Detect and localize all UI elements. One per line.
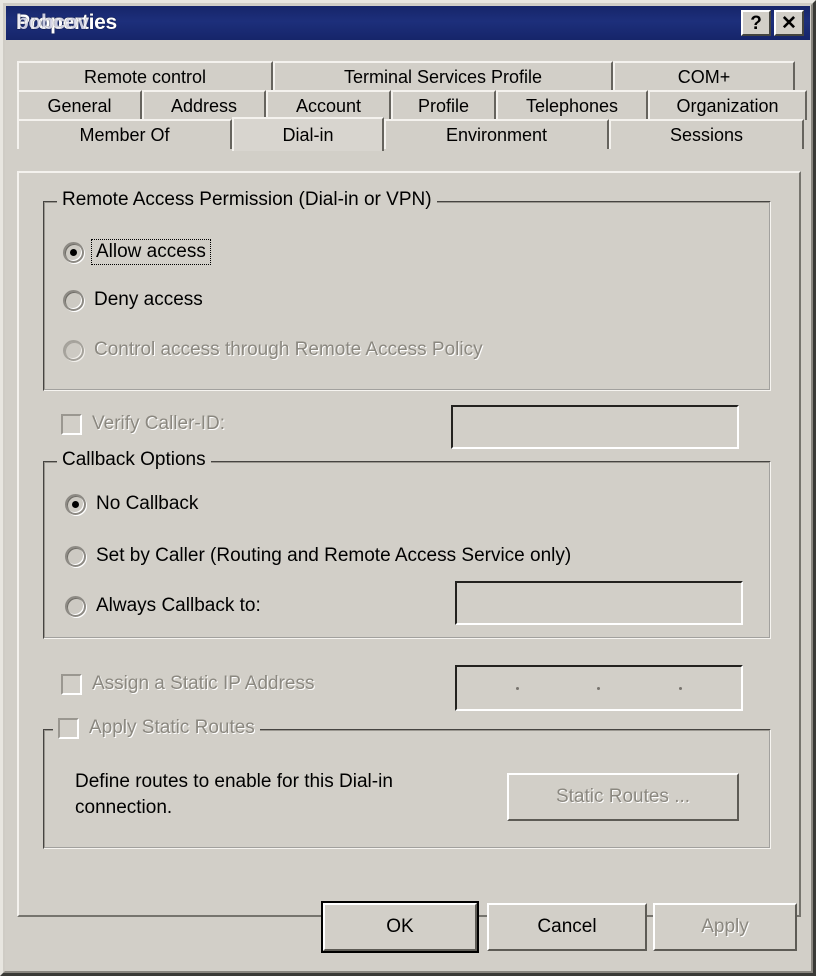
help-icon[interactable]: ? — [741, 10, 771, 36]
tab-label: Environment — [445, 124, 548, 145]
dial-in-tab-panel: Remote Access Permission (Dial-in or VPN… — [17, 171, 801, 917]
tab-label: Member Of — [79, 124, 170, 145]
tab-member-of[interactable]: Member Of — [17, 119, 232, 149]
tab-label: Profile — [417, 95, 470, 116]
tab-label: General — [47, 95, 112, 116]
verify-caller-id-label: Verify Caller-ID: — [92, 413, 226, 434]
tab-general[interactable]: General — [17, 90, 142, 120]
tab-label: Remote control — [83, 66, 207, 87]
title-bar-buttons: ? ✕ — [741, 10, 804, 36]
assign-static-ip-label: Assign a Static IP Address — [92, 673, 315, 694]
radio-allow-access[interactable] — [63, 241, 84, 263]
cancel-button[interactable]: Cancel — [487, 903, 647, 951]
verify-caller-id-input — [451, 405, 739, 449]
tab-telephones[interactable]: Telephones — [496, 90, 648, 120]
static-routes-description-line2: connection. — [75, 796, 173, 818]
window-title: bobcov Properties — [16, 11, 117, 35]
radio-no-callback[interactable] — [65, 493, 86, 515]
tab-label: Address — [170, 95, 238, 116]
radio-control-access-policy-row: Control access through Remote Access Pol… — [63, 339, 483, 361]
tab-row-3: Member Of Dial-in Environment Sessions — [17, 117, 804, 151]
tab-label: Dial-in — [282, 124, 334, 145]
static-routes-button: Static Routes ... — [507, 773, 739, 821]
title-bar[interactable]: bobcov Properties ? ✕ — [6, 6, 810, 40]
callback-options-legend: Callback Options — [57, 449, 211, 471]
tab-label: Terminal Services Profile — [343, 66, 543, 87]
apply-static-routes-checkbox — [58, 717, 79, 739]
remote-access-permission-group: Remote Access Permission (Dial-in or VPN… — [43, 189, 771, 391]
window-title-overlay-text: bobcov — [16, 11, 89, 34]
ip-separator-dot — [678, 686, 682, 690]
radio-no-callback-label: No Callback — [96, 493, 199, 514]
radio-always-callback-row[interactable]: Always Callback to: — [65, 595, 261, 617]
radio-deny-access[interactable] — [63, 289, 84, 311]
ok-button[interactable]: OK — [321, 901, 479, 953]
tab-terminal-services-profile[interactable]: Terminal Services Profile — [273, 61, 613, 91]
tab-dial-in[interactable]: Dial-in — [232, 117, 384, 151]
tab-organization[interactable]: Organization — [648, 90, 807, 120]
static-ip-address-input — [455, 665, 743, 711]
static-routes-description: Define routes to enable for this Dial-in… — [75, 769, 445, 820]
always-callback-to-input[interactable] — [455, 581, 743, 625]
tab-com-plus[interactable]: COM+ — [613, 61, 795, 91]
tab-address[interactable]: Address — [142, 90, 266, 120]
radio-set-by-caller-row[interactable]: Set by Caller (Routing and Remote Access… — [65, 545, 571, 567]
static-routes-description-line1: Define routes to enable for this Dial-in — [75, 771, 393, 792]
tab-label: Sessions — [669, 124, 744, 145]
assign-static-ip-checkbox — [61, 673, 82, 695]
tab-label: Organization — [676, 95, 779, 116]
tab-row-2: General Address Account Profile Telephon… — [17, 90, 807, 120]
callback-options-group: Callback Options No Callback Set by Call… — [43, 449, 771, 639]
radio-set-by-caller-label: Set by Caller (Routing and Remote Access… — [96, 545, 572, 566]
tab-environment[interactable]: Environment — [384, 119, 609, 149]
assign-static-ip-row: Assign a Static IP Address — [61, 673, 315, 695]
tab-row-1: Remote control Terminal Services Profile… — [17, 61, 801, 91]
verify-caller-id-row: Verify Caller-ID: — [61, 413, 225, 435]
ip-separator-dot — [516, 686, 520, 690]
tab-label: Telephones — [525, 95, 619, 116]
radio-allow-access-label: Allow access — [91, 239, 211, 265]
verify-caller-id-checkbox — [61, 413, 82, 435]
tab-account[interactable]: Account — [266, 90, 391, 120]
tab-label: Account — [295, 95, 362, 116]
tab-sessions[interactable]: Sessions — [609, 119, 804, 149]
properties-dialog-window: bobcov Properties ? ✕ Remote control Ter… — [0, 0, 816, 976]
close-icon[interactable]: ✕ — [774, 10, 804, 36]
tab-remote-control[interactable]: Remote control — [17, 61, 273, 91]
radio-control-access-policy-label: Control access through Remote Access Pol… — [94, 339, 483, 360]
radio-control-access-policy — [63, 339, 84, 361]
radio-always-callback-to[interactable] — [65, 595, 86, 617]
tab-label: COM+ — [677, 66, 731, 87]
radio-no-callback-row[interactable]: No Callback — [65, 493, 198, 515]
tab-strip: Remote control Terminal Services Profile… — [17, 61, 807, 151]
radio-allow-access-row[interactable]: Allow access — [63, 239, 211, 265]
radio-always-callback-to-label: Always Callback to: — [96, 595, 261, 616]
radio-deny-access-label: Deny access — [94, 289, 203, 310]
remote-access-permission-legend: Remote Access Permission (Dial-in or VPN… — [57, 189, 437, 211]
tab-profile[interactable]: Profile — [391, 90, 496, 120]
apply-static-routes-legend-area: Apply Static Routes — [53, 717, 260, 739]
apply-static-routes-label: Apply Static Routes — [89, 717, 255, 738]
radio-set-by-caller[interactable] — [65, 545, 86, 567]
apply-static-routes-group: Apply Static Routes Define routes to ena… — [43, 717, 771, 849]
radio-deny-access-row[interactable]: Deny access — [63, 289, 203, 311]
apply-button: Apply — [653, 903, 797, 951]
ip-separator-dot — [597, 686, 601, 690]
